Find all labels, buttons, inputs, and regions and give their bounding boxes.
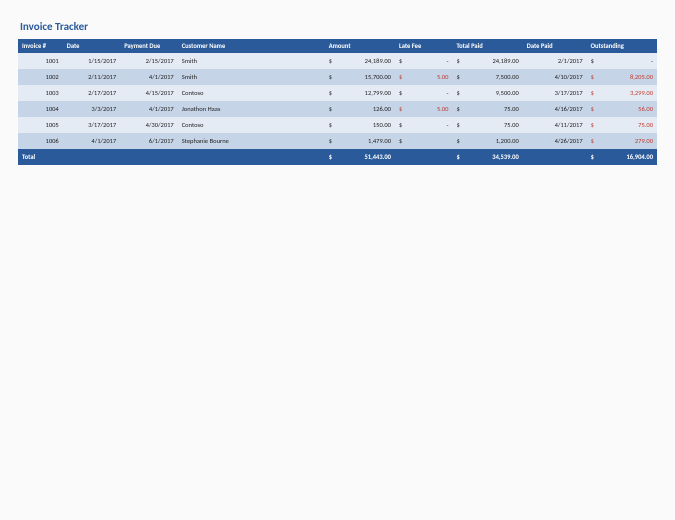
cell-payment-due: 6/1/2017 xyxy=(120,133,178,149)
cell-date-paid: 2/1/2017 xyxy=(523,53,587,69)
cell-amount: $126.00 xyxy=(325,101,395,117)
cell-outstanding: $- xyxy=(587,53,657,69)
table-row: 10022/11/20174/1/2017Smith$15,700.00$5.0… xyxy=(18,69,657,85)
col-total-paid: Total Paid xyxy=(452,39,522,53)
cell-customer: Smith xyxy=(178,69,325,85)
col-invoice: Invoice # xyxy=(18,39,63,53)
cell-date-paid: 4/10/2017 xyxy=(523,69,587,85)
col-date-paid: Date Paid xyxy=(523,39,587,53)
cell-late-fee: $- xyxy=(395,85,453,101)
cell-late-fee: $- xyxy=(395,53,453,69)
cell-amount: $24,189.00 xyxy=(325,53,395,69)
cell-total-paid: $7,500.00 xyxy=(452,69,522,85)
col-customer: Customer Name xyxy=(178,39,325,53)
totals-row: Total $51,443.00 $34,539.00 $16,904.00 xyxy=(18,149,657,165)
cell-invoice: 1005 xyxy=(18,117,63,133)
cell-amount: $12,799.00 xyxy=(325,85,395,101)
cell-invoice: 1004 xyxy=(18,101,63,117)
table-row: 10032/17/20174/15/2017Contoso$12,799.00$… xyxy=(18,85,657,101)
cell-date: 2/17/2017 xyxy=(63,85,121,101)
cell-total-paid: $24,189.00 xyxy=(452,53,522,69)
cell-outstanding: $75.00 xyxy=(587,117,657,133)
totals-label: Total xyxy=(18,149,325,165)
cell-payment-due: 4/1/2017 xyxy=(120,69,178,85)
totals-amount: $51,443.00 xyxy=(325,149,395,165)
cell-payment-due: 4/30/2017 xyxy=(120,117,178,133)
table-row: 10053/17/20174/30/2017Contoso$150.00$-$7… xyxy=(18,117,657,133)
cell-outstanding: $8,205.00 xyxy=(587,69,657,85)
cell-total-paid: $1,200.00 xyxy=(452,133,522,149)
cell-late-fee: $ xyxy=(395,133,453,149)
cell-payment-due: 2/15/2017 xyxy=(120,53,178,69)
cell-amount: $1,479.00 xyxy=(325,133,395,149)
cell-late-fee: $5.00 xyxy=(395,69,453,85)
table-row: 10043/3/20174/1/2017Jonathon Haas$126.00… xyxy=(18,101,657,117)
cell-payment-due: 4/1/2017 xyxy=(120,101,178,117)
cell-date: 2/11/2017 xyxy=(63,69,121,85)
cell-outstanding: $3,299.00 xyxy=(587,85,657,101)
cell-date-paid: 4/11/2017 xyxy=(523,117,587,133)
cell-customer: Stephanie Bourne xyxy=(178,133,325,149)
invoice-table: Invoice # Date Payment Due Customer Name… xyxy=(18,39,657,165)
cell-date-paid: 3/17/2017 xyxy=(523,85,587,101)
col-date: Date xyxy=(63,39,121,53)
table-row: 10011/15/20172/15/2017Smith$24,189.00$-$… xyxy=(18,53,657,69)
table-row: 10064/1/20176/1/2017Stephanie Bourne$1,4… xyxy=(18,133,657,149)
cell-date-paid: 4/26/2017 xyxy=(523,133,587,149)
cell-date: 4/1/2017 xyxy=(63,133,121,149)
cell-customer: Jonathon Haas xyxy=(178,101,325,117)
cell-late-fee: $5.00 xyxy=(395,101,453,117)
col-outstanding: Outstanding xyxy=(587,39,657,53)
totals-fee-blank xyxy=(395,149,453,165)
cell-outstanding: $279.00 xyxy=(587,133,657,149)
cell-outstanding: $56.00 xyxy=(587,101,657,117)
col-late-fee: Late Fee xyxy=(395,39,453,53)
col-amount: Amount xyxy=(325,39,395,53)
cell-date: 1/15/2017 xyxy=(63,53,121,69)
cell-total-paid: $9,500.00 xyxy=(452,85,522,101)
totals-datepaid-blank xyxy=(523,149,587,165)
cell-amount: $150.00 xyxy=(325,117,395,133)
cell-invoice: 1003 xyxy=(18,85,63,101)
cell-invoice: 1002 xyxy=(18,69,63,85)
col-payment-due: Payment Due xyxy=(120,39,178,53)
cell-date: 3/17/2017 xyxy=(63,117,121,133)
cell-date-paid: 4/16/2017 xyxy=(523,101,587,117)
cell-payment-due: 4/15/2017 xyxy=(120,85,178,101)
cell-late-fee: $- xyxy=(395,117,453,133)
totals-outstanding: $16,904.00 xyxy=(587,149,657,165)
cell-customer: Smith xyxy=(178,53,325,69)
cell-amount: $15,700.00 xyxy=(325,69,395,85)
page-title: Invoice Tracker xyxy=(20,20,657,33)
cell-invoice: 1001 xyxy=(18,53,63,69)
cell-total-paid: $75.00 xyxy=(452,101,522,117)
table-header-row: Invoice # Date Payment Due Customer Name… xyxy=(18,39,657,53)
cell-total-paid: $75.00 xyxy=(452,117,522,133)
cell-customer: Contoso xyxy=(178,117,325,133)
cell-invoice: 1006 xyxy=(18,133,63,149)
totals-paid: $34,539.00 xyxy=(452,149,522,165)
cell-customer: Contoso xyxy=(178,85,325,101)
cell-date: 3/3/2017 xyxy=(63,101,121,117)
